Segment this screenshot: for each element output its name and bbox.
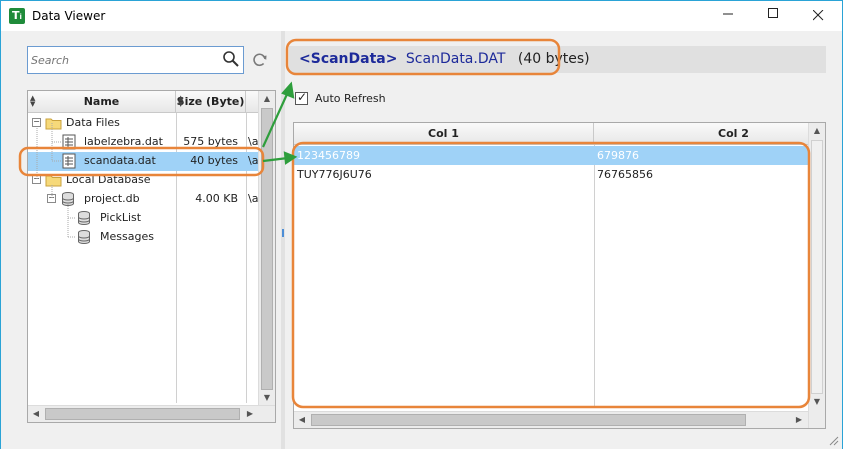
auto-refresh-label: Auto Refresh [315, 92, 386, 105]
scroll-left-icon[interactable]: ◀ [28, 406, 44, 422]
checkmark-icon: ✓ [297, 90, 308, 104]
minimize-icon [723, 13, 733, 15]
splitter-grip[interactable] [282, 229, 284, 237]
auto-refresh-checkbox[interactable]: ✓ [295, 90, 308, 105]
minimize-button[interactable] [706, 1, 751, 31]
grid-row[interactable]: 123456789 679876 [294, 146, 808, 165]
grid-cell[interactable]: 76765856 [597, 168, 653, 181]
close-icon [812, 9, 824, 21]
scroll-left-icon[interactable]: ◀ [294, 412, 310, 428]
grid-horizontal-scrollbar[interactable]: ◀ ▶ [294, 411, 808, 428]
grid-vertical-scrollbar[interactable]: ▲ ▼ [808, 123, 825, 428]
tree-connector-lines [36, 123, 76, 238]
grid-cell[interactable]: 679876 [597, 149, 639, 162]
scroll-thumb[interactable] [261, 108, 273, 390]
scroll-down-icon[interactable]: ▼ [809, 394, 825, 410]
data-tag: <ScanData> [299, 51, 398, 67]
tree-horizontal-scrollbar[interactable]: ◀ ▶ [28, 405, 275, 422]
panel-splitter[interactable] [281, 31, 285, 449]
search-box[interactable] [27, 46, 244, 74]
data-header-title: <ScanData> ScanData.DAT (40 bytes) [299, 51, 590, 67]
scroll-right-icon[interactable]: ▶ [791, 412, 807, 428]
app-icon: Ti [9, 8, 25, 24]
title-bar[interactable]: Ti Data Viewer [1, 1, 842, 31]
grid-header: Col 1 Col 2 [294, 123, 808, 145]
scroll-up-icon[interactable]: ▲ [809, 123, 825, 139]
data-header-bar: <ScanData> ScanData.DAT (40 bytes) [289, 46, 826, 73]
scroll-right-icon[interactable]: ▶ [242, 406, 258, 422]
column-header-col2[interactable]: Col 2 [594, 123, 825, 145]
scroll-thumb[interactable] [311, 414, 746, 426]
sort-arrows-icon: ▲ ▼ [178, 94, 184, 108]
maximize-button[interactable] [751, 1, 796, 31]
file-size: 575 bytes [183, 135, 238, 148]
refresh-icon[interactable] [251, 51, 269, 69]
column-header-size[interactable]: ▲ ▼ Size (Byte) [176, 91, 246, 113]
maximize-icon [768, 8, 778, 18]
search-icon[interactable] [222, 50, 240, 68]
file-path: \a [248, 192, 259, 205]
file-size: 40 bytes [190, 154, 238, 167]
grid-cell[interactable]: 123456789 [297, 149, 360, 162]
data-grid[interactable]: Col 1 Col 2 123456789 679876 TUY776J6U76… [293, 122, 826, 429]
grid-row[interactable]: TUY776J6U76 76765856 [294, 165, 808, 184]
data-size: (40 bytes) [517, 51, 590, 67]
scroll-thumb[interactable] [45, 408, 240, 420]
column-divider [594, 145, 595, 407]
data-viewer-window: Ti Data Viewer ▲▼ [0, 0, 843, 449]
sort-arrows-icon: ▲ ▼ [30, 94, 36, 108]
column-header-name[interactable]: ▲ ▼ Name [28, 91, 176, 113]
close-button[interactable] [796, 1, 841, 31]
column-header-col1[interactable]: Col 1 [294, 123, 594, 145]
scroll-down-icon[interactable]: ▼ [259, 390, 275, 406]
data-filename: ScanData.DAT [405, 51, 506, 67]
search-input[interactable] [31, 52, 221, 69]
tree-item-label: Messages [100, 230, 154, 243]
window-title: Data Viewer [32, 9, 106, 23]
tree-vertical-scrollbar[interactable]: ▲ ▼ [258, 91, 275, 407]
client-area: ▲▼ Name ▲▼ Size (Byte) − Data Files labe… [1, 31, 842, 449]
file-size: 4.00 KB [195, 192, 238, 205]
resize-grip-icon[interactable] [829, 436, 839, 446]
scroll-up-icon[interactable]: ▲ [259, 91, 275, 107]
file-path: \a [248, 154, 259, 167]
file-path: \a [248, 135, 259, 148]
scroll-thumb[interactable] [811, 140, 823, 394]
file-tree[interactable]: ▲ ▼ Name ▲ ▼ Size (Byte) − Data Files labe… [27, 90, 276, 423]
grid-cell[interactable]: TUY776J6U76 [297, 168, 372, 181]
tree-header: ▲ ▼ Name ▲ ▼ Size (Byte) [28, 91, 260, 113]
